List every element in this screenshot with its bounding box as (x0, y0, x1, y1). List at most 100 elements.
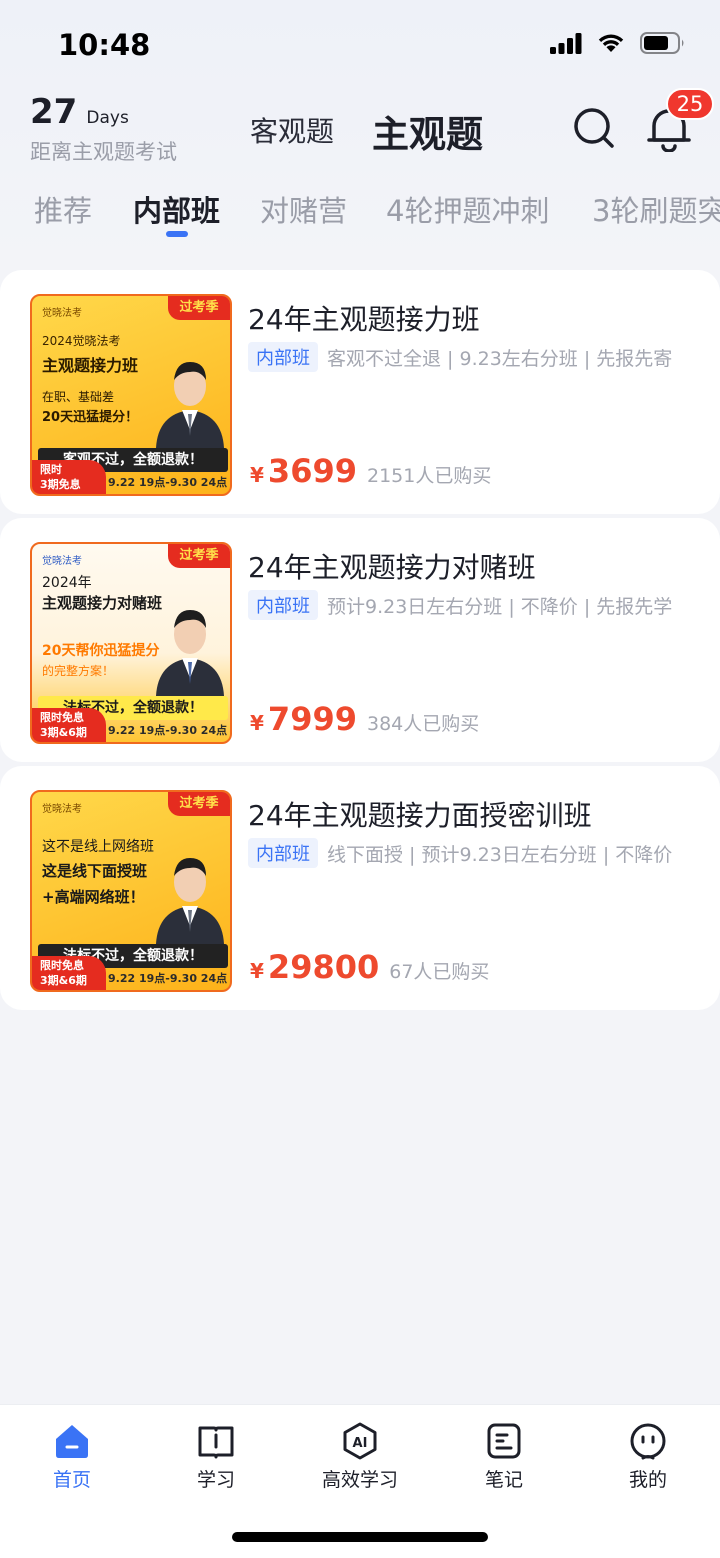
course-price: 7999 (267, 700, 357, 738)
nav-item-notes[interactable]: 笔记 (454, 1421, 554, 1492)
countdown-unit: Days (86, 108, 129, 128)
nav-item-profile[interactable]: 我的 (598, 1421, 698, 1492)
nav-label-profile: 我的 (628, 1469, 667, 1491)
course-title[interactable]: 24年主观题接力对赌班 (248, 546, 536, 586)
course-title[interactable]: 24年主观题接力面授密训班 (248, 794, 592, 834)
status-time: 10:48 (58, 28, 151, 62)
limited-offer-line-2: 3期免息 (40, 478, 81, 491)
promo-date: 9.22 19点-9.30 24点 (108, 724, 228, 737)
note-icon (487, 1423, 521, 1459)
course-tags: 内部班 客观不过全退 | 9.23左右分班 | 先报先寄 (248, 342, 672, 372)
thumb-line-4: 的完整方案！ (42, 664, 115, 678)
nav-item-study[interactable]: 学习 (166, 1421, 266, 1492)
course-card[interactable]: 觉晓法考 过考季 这不是线上网络班 这是线下面授班 +高端网络班！ 法标不过，全… (0, 766, 720, 1010)
nav-item-home[interactable]: 首页 (22, 1421, 122, 1492)
thumb-line-3: +高端网络班！ (42, 888, 145, 906)
course-description: 线下面授 | 预计9.23日左右分班 | 不降价 (327, 843, 673, 866)
brand-logo: 觉晓法考 (42, 804, 82, 815)
category-tab-4-rounds[interactable]: 4轮押题冲刺 (386, 188, 549, 230)
signal-icon (550, 33, 582, 54)
course-card[interactable]: 觉晓法考 过考季 2024觉晓法考 主观题接力班 在职、基础差 20天迅猛提分！… (0, 270, 720, 514)
course-tag: 内部班 (248, 590, 318, 620)
thumb-line-1: 这不是线上网络班 (42, 839, 154, 855)
course-tags: 内部班 预计9.23日左右分班 | 不降价 | 先报先学 (248, 590, 672, 620)
limited-offer-badge: 限时免息 3期&6期 (32, 708, 106, 742)
price-row: ¥ 7999 384人已购买 (250, 700, 479, 738)
tab-subjective[interactable]: 主观题 (372, 104, 483, 158)
category-tab-indicator (166, 231, 188, 237)
limited-offer-badge: 限时免息 3期&6期 (32, 956, 106, 990)
category-tab-3-rounds[interactable]: 3轮刷题突 (592, 188, 720, 230)
exam-countdown: 27 Days (30, 92, 129, 132)
thumb-line-2: 这是线下面授班 (42, 862, 148, 880)
course-price: 29800 (267, 948, 380, 986)
wifi-icon (598, 34, 624, 52)
thumb-line-3: 20天帮你迅猛提分 (42, 643, 160, 659)
countdown-label: 距离主观题考试 (30, 140, 177, 164)
home-indicator[interactable] (232, 1532, 488, 1542)
limited-offer-line-1: 限时 (40, 463, 62, 476)
price-row: ¥ 3699 2151人已购买 (250, 452, 491, 490)
thumb-line-2: 主观题接力班 (42, 356, 139, 375)
course-card[interactable]: 觉晓法考 过考季 2024年 主观题接力对赌班 20天帮你迅猛提分 的完整方案！… (0, 518, 720, 762)
course-tags: 内部班 线下面授 | 预计9.23日左右分班 | 不降价 (248, 838, 672, 868)
svg-text:AI: AI (353, 1436, 368, 1451)
notification-badge: 25 (666, 88, 714, 120)
course-description: 客观不过全退 | 9.23左右分班 | 先报先寄 (327, 347, 673, 370)
brand-logo: 觉晓法考 (42, 308, 82, 319)
thumb-line-1: 2024年 (42, 575, 92, 591)
buyer-count: 67人已购买 (389, 961, 490, 983)
buyer-count: 384人已购买 (366, 713, 480, 735)
ai-icon: AI (343, 1422, 377, 1460)
thumb-line-3: 在职、基础差 (42, 390, 115, 404)
teacher-portrait (156, 610, 224, 696)
ribbon-label: 过考季 (168, 296, 230, 320)
category-tab-recommend[interactable]: 推荐 (34, 188, 92, 230)
thumb-line-1: 2024觉晓法考 (42, 334, 121, 348)
course-title[interactable]: 24年主观题接力班 (248, 298, 480, 338)
book-icon (198, 1426, 234, 1459)
status-icons (550, 32, 686, 54)
buyer-count: 2151人已购买 (366, 465, 492, 487)
nav-item-efficient-study[interactable]: AI 高效学习 (310, 1421, 410, 1492)
price-currency: ¥ (250, 463, 264, 487)
course-tag: 内部班 (248, 342, 318, 372)
teacher-portrait (156, 858, 224, 944)
profile-icon (630, 1423, 666, 1460)
course-thumbnail[interactable]: 觉晓法考 过考季 2024年 主观题接力对赌班 20天帮你迅猛提分 的完整方案！… (30, 542, 232, 744)
nav-label-notes: 笔记 (484, 1469, 523, 1491)
ribbon-label: 过考季 (168, 544, 230, 568)
limited-offer-line-2: 3期&6期 (40, 726, 87, 739)
teacher-portrait (156, 362, 224, 448)
limited-offer-line-2: 3期&6期 (40, 974, 87, 987)
ribbon-label: 过考季 (168, 792, 230, 816)
thumb-line-4: 20天迅猛提分！ (42, 410, 139, 425)
home-icon (56, 1425, 88, 1458)
tab-objective[interactable]: 客观题 (250, 110, 334, 150)
price-currency: ¥ (250, 711, 264, 735)
thumb-line-2: 主观题接力对赌班 (42, 594, 163, 612)
price-currency: ¥ (250, 959, 264, 983)
nav-label-home: 首页 (52, 1469, 91, 1491)
category-tab-bet-camp[interactable]: 对赌营 (260, 188, 347, 230)
status-bar: 10:48 (0, 0, 720, 90)
limited-offer-line-1: 限时免息 (40, 959, 84, 972)
category-tab-internal[interactable]: 内部班 (133, 188, 220, 230)
course-thumbnail[interactable]: 觉晓法考 过考季 2024觉晓法考 主观题接力班 在职、基础差 20天迅猛提分！… (30, 294, 232, 496)
search-icon (574, 108, 614, 148)
battery-icon (640, 32, 684, 54)
price-row: ¥ 29800 67人已购买 (250, 948, 489, 986)
promo-date: 9.22 19点-9.30 24点 (108, 972, 228, 985)
nav-label-study: 学习 (196, 1469, 235, 1491)
course-tag: 内部班 (248, 838, 318, 868)
promo-date: 9.22 19点-9.30 24点 (108, 476, 228, 489)
category-tabs: 推荐 内部班 对赌营 4轮押题冲刺 3轮刷题突 (0, 188, 720, 238)
course-description: 预计9.23日左右分班 | 不降价 | 先报先学 (327, 595, 673, 618)
course-price: 3699 (267, 452, 357, 490)
course-thumbnail[interactable]: 觉晓法考 过考季 这不是线上网络班 这是线下面授班 +高端网络班！ 法标不过，全… (30, 790, 232, 992)
limited-offer-line-1: 限时免息 (40, 711, 84, 724)
brand-logo: 觉晓法考 (42, 556, 82, 567)
nav-label-efficient-study: 高效学习 (321, 1469, 398, 1491)
search-button[interactable] (572, 106, 616, 150)
limited-offer-badge: 限时 3期免息 (32, 460, 106, 494)
